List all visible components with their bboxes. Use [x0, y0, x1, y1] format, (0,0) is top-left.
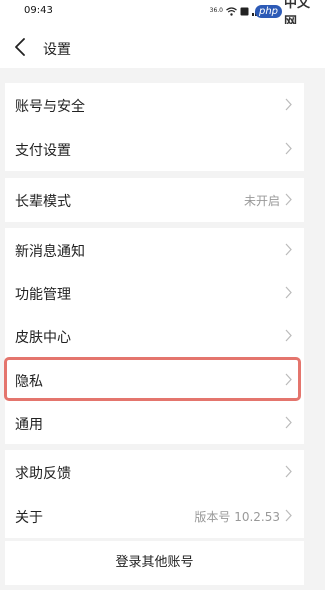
watermark-badge: php: [255, 4, 283, 18]
chevron-right-icon: [285, 142, 292, 155]
settings-group-elder: 长辈模式 未开启: [5, 178, 304, 222]
chevron-right-icon: [285, 416, 292, 429]
chevron-right-icon: [285, 286, 292, 299]
settings-item-label: 关于: [15, 510, 43, 526]
login-other-account-button[interactable]: 登录其他账号: [5, 541, 304, 585]
settings-item-elder-mode[interactable]: 长辈模式 未开启: [5, 178, 304, 222]
chevron-left-icon[interactable]: [14, 38, 26, 56]
settings-group-account: 账号与安全 支付设置: [5, 83, 304, 171]
status-bar: 09:43 36.0 php 中文网: [0, 0, 325, 30]
settings-item-label: 新消息通知: [15, 244, 85, 260]
status-time: 09:43: [24, 5, 53, 16]
settings-item-about[interactable]: 关于 版本号 10.2.53: [5, 494, 304, 538]
chevron-right-icon: [285, 329, 292, 342]
chevron-right-icon: [285, 98, 292, 111]
settings-item-label: 通用: [15, 417, 43, 433]
settings-item-label: 功能管理: [15, 287, 71, 303]
version-number: 版本号 10.2.53: [194, 510, 280, 524]
privacy-highlight-box: [4, 357, 301, 401]
settings-item-skins[interactable]: 皮肤中心: [5, 314, 304, 358]
settings-item-label: 皮肤中心: [15, 330, 71, 346]
settings-group-help: 求助反馈 关于 版本号 10.2.53: [5, 450, 304, 538]
settings-item-account-security[interactable]: 账号与安全: [5, 83, 304, 127]
settings-item-general[interactable]: 通用: [5, 401, 304, 445]
wifi-icon: [226, 6, 237, 16]
chevron-right-icon: [285, 243, 292, 256]
settings-item-label: 支付设置: [15, 143, 71, 159]
settings-item-label: 账号与安全: [15, 99, 85, 115]
watermark-logo: php 中文网: [255, 0, 321, 30]
settings-item-label: 长辈模式: [15, 194, 71, 210]
chevron-right-icon: [285, 509, 292, 522]
page-title: 设置: [43, 42, 71, 58]
login-other-group: 登录其他账号: [5, 541, 304, 585]
nav-bar: 设置: [0, 24, 325, 68]
settings-item-value: 未开启: [243, 194, 280, 208]
chevron-right-icon: [285, 193, 292, 206]
settings-item-features[interactable]: 功能管理: [5, 271, 304, 315]
settings-item-feedback[interactable]: 求助反馈: [5, 450, 304, 494]
settings-item-label: 求助反馈: [15, 466, 71, 482]
settings-group-general: 新消息通知 功能管理 皮肤中心 隐私 通用: [5, 228, 304, 444]
chevron-right-icon: [285, 465, 292, 478]
network-speed: 36.0: [209, 7, 223, 14]
settings-item-payment[interactable]: 支付设置: [5, 127, 304, 171]
sim-icon: [240, 7, 249, 15]
settings-item-notifications[interactable]: 新消息通知: [5, 228, 304, 272]
